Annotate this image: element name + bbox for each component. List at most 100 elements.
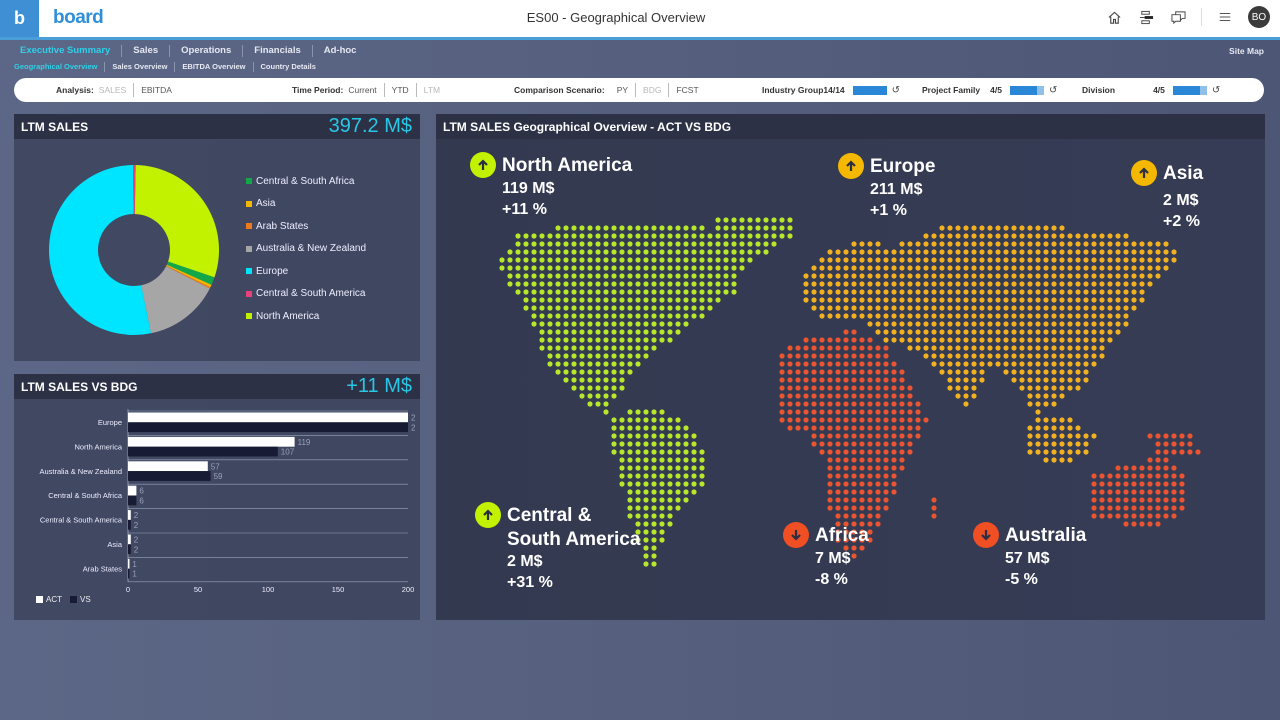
map-dot <box>1035 385 1041 391</box>
map-dot <box>859 353 865 359</box>
region-north-america[interactable]: North America 119 M$ +11 % <box>470 152 632 220</box>
map-dot <box>603 377 609 383</box>
legend-item[interactable]: North America <box>246 305 366 328</box>
time-option-ltm[interactable]: LTM <box>417 83 447 97</box>
comparison-option-bdg[interactable]: BDG <box>636 83 670 97</box>
map-dot <box>947 273 953 279</box>
map-dot <box>611 321 617 327</box>
map-dot <box>1051 361 1057 367</box>
subnav-country-details[interactable]: Country Details <box>254 62 323 72</box>
map-dot <box>827 297 833 303</box>
home-icon[interactable] <box>1105 8 1123 26</box>
chat-icon[interactable] <box>1169 8 1187 26</box>
map-dot <box>1003 305 1009 311</box>
map-dot <box>643 225 649 231</box>
map-dot <box>987 337 993 343</box>
nav-tab-operations[interactable]: Operations <box>170 45 244 57</box>
division-filter[interactable]: Division 4/5 ↺ <box>1082 78 1220 102</box>
menu-icon[interactable] <box>1216 8 1234 26</box>
map-dot <box>643 297 649 303</box>
legend-item[interactable]: Asia <box>246 193 366 216</box>
map-dot <box>827 249 833 255</box>
region-europe[interactable]: Europe 211 M$ +1 % <box>838 153 935 221</box>
map-dot <box>715 249 721 255</box>
map-dot <box>907 265 913 271</box>
map-dot <box>555 289 561 295</box>
analysis-option-ebitda[interactable]: EBITDA <box>134 83 179 97</box>
map-dot <box>1179 489 1185 495</box>
map-dot <box>1115 241 1121 247</box>
legend-item[interactable]: Central & South Africa <box>246 170 366 193</box>
map-dot <box>563 345 569 351</box>
map-dot <box>819 417 825 423</box>
donut-slice-north-america[interactable] <box>134 165 219 278</box>
comparison-option-py[interactable]: PY <box>610 83 637 97</box>
indonesia-dots[interactable] <box>1027 417 1097 463</box>
time-option-current[interactable]: Current <box>348 83 385 97</box>
analysis-label: Analysis: <box>56 85 94 95</box>
region-central-south-america[interactable]: Central & South America 2 M$ +31 % <box>475 502 640 593</box>
map-dot <box>771 225 777 231</box>
map-dot <box>795 377 801 383</box>
map-dot <box>675 505 681 511</box>
nav-tab-sales[interactable]: Sales <box>122 45 171 57</box>
madagascar-dots[interactable] <box>931 497 937 519</box>
europe-dots[interactable] <box>803 241 897 319</box>
reset-icon[interactable]: ↺ <box>1049 85 1057 96</box>
map-dot <box>667 305 673 311</box>
reset-icon[interactable]: ↺ <box>892 85 900 96</box>
map-dot <box>963 305 969 311</box>
legend-item[interactable]: Arab States <box>246 215 366 238</box>
user-avatar[interactable]: BO <box>1248 6 1270 28</box>
map-dot <box>1123 289 1129 295</box>
reset-icon[interactable]: ↺ <box>1212 85 1220 96</box>
map-dot <box>835 257 841 263</box>
nav-tab-executive-summary[interactable]: Executive Summary <box>14 45 123 57</box>
project-family-filter[interactable]: Project Family 4/5 ↺ <box>922 78 1057 102</box>
comparison-option-fcst[interactable]: FCST <box>669 83 705 97</box>
map-dot <box>635 329 641 335</box>
panel-toggle-icon[interactable] <box>1137 8 1155 26</box>
map-dot <box>1051 257 1057 263</box>
analysis-option-sales[interactable]: SALES <box>99 83 135 97</box>
subnav-ebitda-overview[interactable]: EBITDA Overview <box>175 62 254 72</box>
map-dot <box>523 289 529 295</box>
map-dot <box>1115 233 1121 239</box>
time-option-ytd[interactable]: YTD <box>385 83 417 97</box>
map-dot <box>635 257 641 263</box>
region-asia[interactable]: Asia 2 M$ +2 % <box>1131 160 1203 232</box>
subnav-geographical-overview[interactable]: Geographical Overview <box>14 62 106 72</box>
map-dot <box>587 265 593 271</box>
subnav-sales-overview[interactable]: Sales Overview <box>105 62 176 72</box>
png-dots[interactable] <box>1147 433 1201 455</box>
australia-dots[interactable] <box>1091 457 1185 527</box>
asia-dots[interactable] <box>867 225 1177 415</box>
map-dot <box>1139 241 1145 247</box>
nav-tab-ad-hoc[interactable]: Ad-hoc <box>313 45 368 57</box>
legend-item-vs[interactable]: VS <box>70 595 91 604</box>
map-dot <box>659 489 665 495</box>
legend-item-act[interactable]: ACT <box>36 595 62 604</box>
map-dot <box>859 289 865 295</box>
map-dot <box>1051 305 1057 311</box>
legend-item[interactable]: Australia & New Zealand <box>246 238 366 261</box>
legend-item[interactable]: Europe <box>246 260 366 283</box>
map-dot <box>859 345 865 351</box>
map-dot <box>1187 449 1193 455</box>
region-africa[interactable]: Africa 7 M$ -8 % <box>783 522 869 590</box>
map-dot <box>659 313 665 319</box>
site-map-link[interactable]: Site Map <box>1229 46 1264 56</box>
map-dot <box>515 273 521 279</box>
region-australia[interactable]: Australia 57 M$ -5 % <box>973 522 1086 590</box>
map-dot <box>595 393 601 399</box>
map-dot <box>1099 505 1105 511</box>
map-dot <box>627 417 633 423</box>
north-america-dots[interactable] <box>499 225 745 415</box>
map-dot <box>739 249 745 255</box>
industry-group-filter[interactable]: Industry Group 14/14 ↺ <box>762 78 900 102</box>
legend-item[interactable]: Central & South America <box>246 283 366 306</box>
nav-tab-financials[interactable]: Financials <box>243 45 313 57</box>
map-dot <box>651 425 657 431</box>
greenland-dots[interactable] <box>715 217 793 263</box>
map-dot <box>963 257 969 263</box>
